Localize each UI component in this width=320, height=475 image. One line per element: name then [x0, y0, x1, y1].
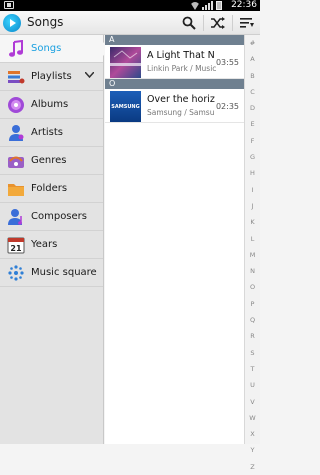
song-list[interactable]: A A Light That N Linkin Park / Music 03:…: [105, 35, 244, 444]
drawer-item-label: Playlists: [31, 71, 72, 82]
index-letter[interactable]: Q: [245, 312, 260, 328]
drawer-item-composers[interactable]: Composers: [0, 203, 103, 231]
index-letter[interactable]: F: [245, 133, 260, 149]
index-letter[interactable]: V: [245, 394, 260, 410]
drawer-item-label: Music square: [31, 267, 97, 278]
index-letter[interactable]: D: [245, 100, 260, 116]
options-menu-button[interactable]: [236, 14, 258, 32]
divider: [203, 15, 204, 31]
index-letter[interactable]: G: [245, 149, 260, 165]
drawer-item-label: Albums: [31, 99, 69, 110]
drawer-item-label: Artists: [31, 127, 63, 138]
shuffle-icon: [211, 17, 225, 29]
track-title: A Light That N: [147, 50, 215, 61]
thumb-brand-text: SAMSUNG: [111, 104, 139, 110]
battery-icon: [216, 1, 222, 10]
page-title: Songs: [27, 15, 64, 29]
index-letter[interactable]: M: [245, 247, 260, 263]
drawer-item-label: Composers: [31, 211, 87, 222]
drawer-item-genres[interactable]: Genres: [0, 147, 103, 175]
search-button[interactable]: [178, 14, 200, 32]
index-letter[interactable]: L: [245, 231, 260, 247]
list-options-icon: [240, 18, 254, 28]
track-title: Over the horiz: [147, 94, 215, 105]
album-art: [110, 47, 141, 78]
index-letter[interactable]: W: [245, 410, 260, 426]
section-header: O: [105, 79, 244, 89]
track-duration: 03:55: [215, 58, 239, 67]
alphabet-index-bar[interactable]: # A B C D E F G H I J K L M N O P Q R S T U V W X Y Z: [244, 35, 260, 471]
album-art: SAMSUNG: [110, 91, 141, 122]
drawer-item-playlists[interactable]: Playlists: [0, 63, 103, 91]
index-letter[interactable]: Y: [245, 442, 260, 458]
track-duration: 02:35: [215, 102, 239, 111]
index-letter[interactable]: B: [245, 68, 260, 84]
index-letter[interactable]: T: [245, 361, 260, 377]
index-letter[interactable]: S: [245, 345, 260, 361]
signal-icon: [202, 0, 214, 10]
list-item[interactable]: SAMSUNG Over the horiz Samsung / Samsu 0…: [105, 89, 244, 123]
index-letter[interactable]: I: [245, 182, 260, 198]
index-letter[interactable]: R: [245, 328, 260, 344]
index-letter[interactable]: Z: [245, 459, 260, 475]
index-letter[interactable]: J: [245, 198, 260, 214]
chevron-down-icon[interactable]: [84, 71, 95, 81]
drawer-item-music-square[interactable]: Music square: [0, 259, 103, 287]
shuffle-button[interactable]: [207, 14, 229, 32]
action-bar: Songs: [0, 11, 260, 35]
navigation-drawer: Songs Playlists Albums Artists Genres Fo…: [0, 35, 109, 444]
music-square-icon: [7, 264, 25, 282]
folder-icon: [7, 180, 25, 198]
index-letter[interactable]: U: [245, 377, 260, 393]
list-item[interactable]: A Light That N Linkin Park / Music 03:55: [105, 45, 244, 79]
index-letter[interactable]: E: [245, 116, 260, 132]
drawer-item-albums[interactable]: Albums: [0, 91, 103, 119]
wifi-icon: [190, 2, 200, 10]
music-app-icon[interactable]: [3, 14, 21, 32]
drawer-item-label: Folders: [31, 183, 68, 194]
track-subtitle: Linkin Park / Music: [147, 64, 217, 73]
divider: [232, 15, 233, 31]
search-icon: [182, 16, 196, 30]
index-letter[interactable]: C: [245, 84, 260, 100]
section-header: A: [105, 35, 244, 45]
track-subtitle: Samsung / Samsu: [147, 108, 215, 117]
genres-icon: [7, 152, 25, 170]
drawer-item-label: Genres: [31, 155, 67, 166]
status-time: 22:36: [231, 0, 257, 10]
calendar-icon: 21: [7, 236, 25, 254]
drawer-item-label: Years: [31, 239, 58, 250]
drawer-item-label: Songs: [31, 43, 62, 54]
drawer-item-years[interactable]: 21 Years: [0, 231, 103, 259]
index-letter[interactable]: H: [245, 165, 260, 181]
drawer-item-artists[interactable]: Artists: [0, 119, 103, 147]
index-letter[interactable]: X: [245, 426, 260, 442]
composer-icon: [7, 208, 25, 226]
notification-icon: [4, 1, 14, 9]
index-letter[interactable]: N: [245, 263, 260, 279]
status-bar: 22:36: [0, 0, 260, 11]
drawer-item-songs[interactable]: Songs: [0, 35, 109, 63]
index-letter[interactable]: #: [245, 35, 260, 51]
status-icons: [190, 1, 222, 10]
index-letter[interactable]: K: [245, 214, 260, 230]
playlists-icon: [7, 68, 25, 86]
index-letter[interactable]: O: [245, 279, 260, 295]
index-letter[interactable]: A: [245, 51, 260, 67]
music-note-icon: [7, 39, 25, 58]
calendar-badge-text: 21: [10, 244, 22, 253]
artist-person-icon: [7, 124, 25, 142]
drawer-item-folders[interactable]: Folders: [0, 175, 103, 203]
index-letter[interactable]: P: [245, 296, 260, 312]
albums-disc-icon: [7, 96, 25, 114]
